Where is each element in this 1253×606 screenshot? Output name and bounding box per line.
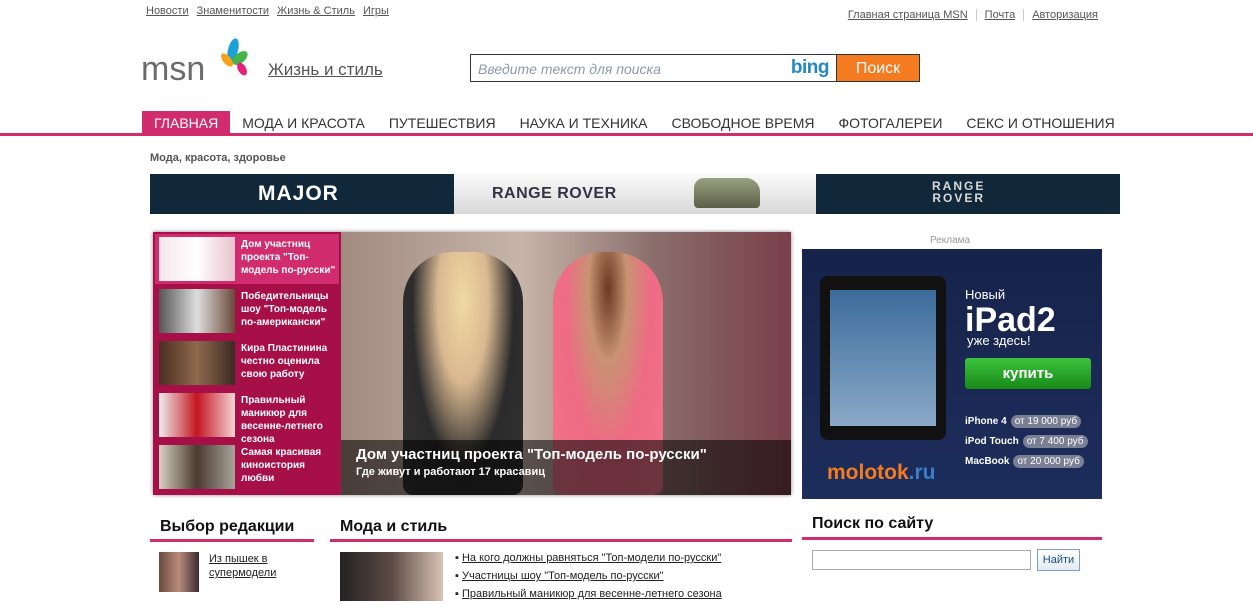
- search-placeholder: Введите текст для поиска: [478, 61, 661, 77]
- nav-underline: [0, 133, 1253, 136]
- fashion-underline: [330, 539, 792, 542]
- site-search-underline: [802, 537, 1102, 540]
- nav-item-science[interactable]: НАУКА И ТЕХНИКА: [508, 111, 660, 134]
- msn-home-link[interactable]: Главная страница MSN: [840, 9, 976, 21]
- editors-choice-image[interactable]: [159, 552, 199, 592]
- nav-item-home[interactable]: ГЛАВНАЯ: [142, 111, 231, 134]
- editors-choice-underline: [150, 539, 314, 542]
- ad-label: Реклама: [930, 235, 971, 246]
- site-search-button[interactable]: Найти: [1037, 549, 1080, 571]
- slider-thumb[interactable]: Самая красивая киноистория любви: [155, 442, 339, 492]
- nav-item-leisure[interactable]: СВОБОДНОЕ ВРЕМЯ: [660, 111, 827, 134]
- list-item: ▪ На кого должны равняться "Топ-модели п…: [455, 552, 722, 564]
- search-input[interactable]: Введите текст для поиска bing Поиск: [470, 54, 920, 82]
- mail-link[interactable]: Почта: [975, 9, 1024, 21]
- thumb-title: Самая красивая киноистория любви: [241, 447, 322, 484]
- top-link-lifestyle[interactable]: Жизнь & Стиль: [277, 5, 355, 17]
- slider-thumb[interactable]: Дом участниц проекта "Топ-модель по-русс…: [155, 234, 339, 284]
- nav-item-fashion[interactable]: МОДА И КРАСОТА: [230, 111, 377, 134]
- slider-thumb[interactable]: Победительницы шоу "Топ-модель по-америк…: [155, 286, 339, 336]
- range-rover-logo-line2: ROVER: [932, 191, 986, 205]
- thumb-image: [159, 341, 235, 385]
- msn-logo[interactable]: msn: [141, 36, 251, 88]
- car-image: [694, 178, 760, 208]
- ad-price-row: MacBook от 20 000 руб: [965, 455, 1084, 468]
- section-title[interactable]: Жизнь и стиль: [268, 60, 383, 80]
- banner-major-text: MAJOR: [258, 182, 339, 205]
- bing-logo: bing: [790, 57, 830, 78]
- slide-caption[interactable]: Дом участниц проекта "Топ-модель по-русс…: [341, 440, 791, 495]
- ad-new-text: Новый: [965, 287, 1006, 302]
- fashion-title: Мода и стиль: [340, 518, 448, 535]
- ipad-ad[interactable]: Новый iPad2 уже здесь! купить iPhone 4 от…: [802, 249, 1102, 499]
- sign-in-link[interactable]: Авторизация: [1023, 9, 1106, 21]
- slider-thumbs: Дом участниц проекта "Топ-модель по-русс…: [153, 232, 341, 495]
- fashion-link[interactable]: На кого должны равняться "Топ-модели по-…: [462, 552, 721, 564]
- slide-caption-title: Дом участниц проекта "Топ-модель по-русс…: [356, 446, 707, 463]
- fashion-link[interactable]: Участницы шоу "Топ-модель по-русски": [462, 570, 664, 582]
- thumb-image: [159, 393, 235, 437]
- thumb-title: Правильный маникюр для весенне-летнего с…: [241, 395, 323, 445]
- top-link-news[interactable]: Новости: [146, 5, 189, 17]
- banner-middle: RANGE ROVER: [454, 174, 816, 214]
- ad-price-row: iPod Touch от 7 400 руб: [965, 435, 1088, 448]
- ad-price-row: iPhone 4 от 19 000 руб: [965, 415, 1082, 428]
- nav-item-relationships[interactable]: СЕКС И ОТНОШЕНИЯ: [954, 111, 1126, 134]
- slide-caption-subtitle: Где живут и работают 17 красавиц: [356, 466, 545, 478]
- list-item: ▪ Правильный маникюр для весенне-летнего…: [455, 588, 722, 600]
- site-search-title: Поиск по сайту: [812, 515, 934, 532]
- main-nav: ГЛАВНАЯ МОДА И КРАСОТА ПУТЕШЕСТВИЯ НАУКА…: [142, 111, 1127, 134]
- account-links: Главная страница MSN Почта Авторизация: [840, 9, 1106, 21]
- top-link-games[interactable]: Игры: [363, 5, 389, 17]
- featured-slider: Дом участниц проекта "Топ-модель по-русс…: [153, 232, 791, 495]
- nav-item-galleries[interactable]: ФОТОГАЛЕРЕИ: [827, 111, 955, 134]
- fashion-link[interactable]: Правильный маникюр для весенне-летнего с…: [462, 588, 722, 600]
- ad-buy-button[interactable]: купить: [965, 358, 1091, 389]
- thumb-title: Дом участниц проекта "Топ-модель по-русс…: [241, 239, 336, 276]
- thumb-image: [159, 237, 235, 281]
- breadcrumb: Мода, красота, здоровье: [150, 152, 286, 164]
- thumb-image: [159, 445, 235, 489]
- slider-thumb[interactable]: Кира Пластинина честно оценила свою рабо…: [155, 338, 339, 388]
- ad-here-text: уже здесь!: [967, 333, 1031, 348]
- msn-logo-text: msn: [141, 50, 205, 86]
- search-button[interactable]: Поиск: [836, 54, 920, 82]
- banner-ad[interactable]: MAJOR RANGE ROVER RANGE ROVER: [150, 174, 1120, 214]
- thumb-image: [159, 289, 235, 333]
- thumb-title: Победительницы шоу "Топ-модель по-америк…: [241, 291, 329, 328]
- thumb-title: Кира Пластинина честно оценила свою рабо…: [241, 343, 328, 380]
- editors-choice-title: Выбор редакции: [160, 518, 295, 535]
- editors-choice-link[interactable]: Из пышек в супермодели: [209, 552, 299, 580]
- fashion-image[interactable]: [340, 552, 443, 601]
- banner-range-rover-text: RANGE ROVER: [492, 185, 617, 202]
- list-item: ▪ Участницы шоу "Топ-модель по-русски": [455, 570, 664, 582]
- slider-thumb[interactable]: Правильный маникюр для весенне-летнего с…: [155, 390, 339, 445]
- fashion-links: ▪ На кого должны равняться "Топ-модели п…: [455, 552, 722, 606]
- molotok-logo: molotok.ru: [827, 461, 936, 484]
- ipad-image: [820, 276, 946, 440]
- nav-item-travel[interactable]: ПУТЕШЕСТВИЯ: [377, 111, 508, 134]
- top-links: Новости Знаменитости Жизнь & Стиль Игры: [146, 5, 397, 17]
- site-search-input[interactable]: [812, 550, 1031, 570]
- top-link-celebrities[interactable]: Знаменитости: [197, 5, 269, 17]
- range-rover-logo: RANGE ROVER: [932, 180, 985, 204]
